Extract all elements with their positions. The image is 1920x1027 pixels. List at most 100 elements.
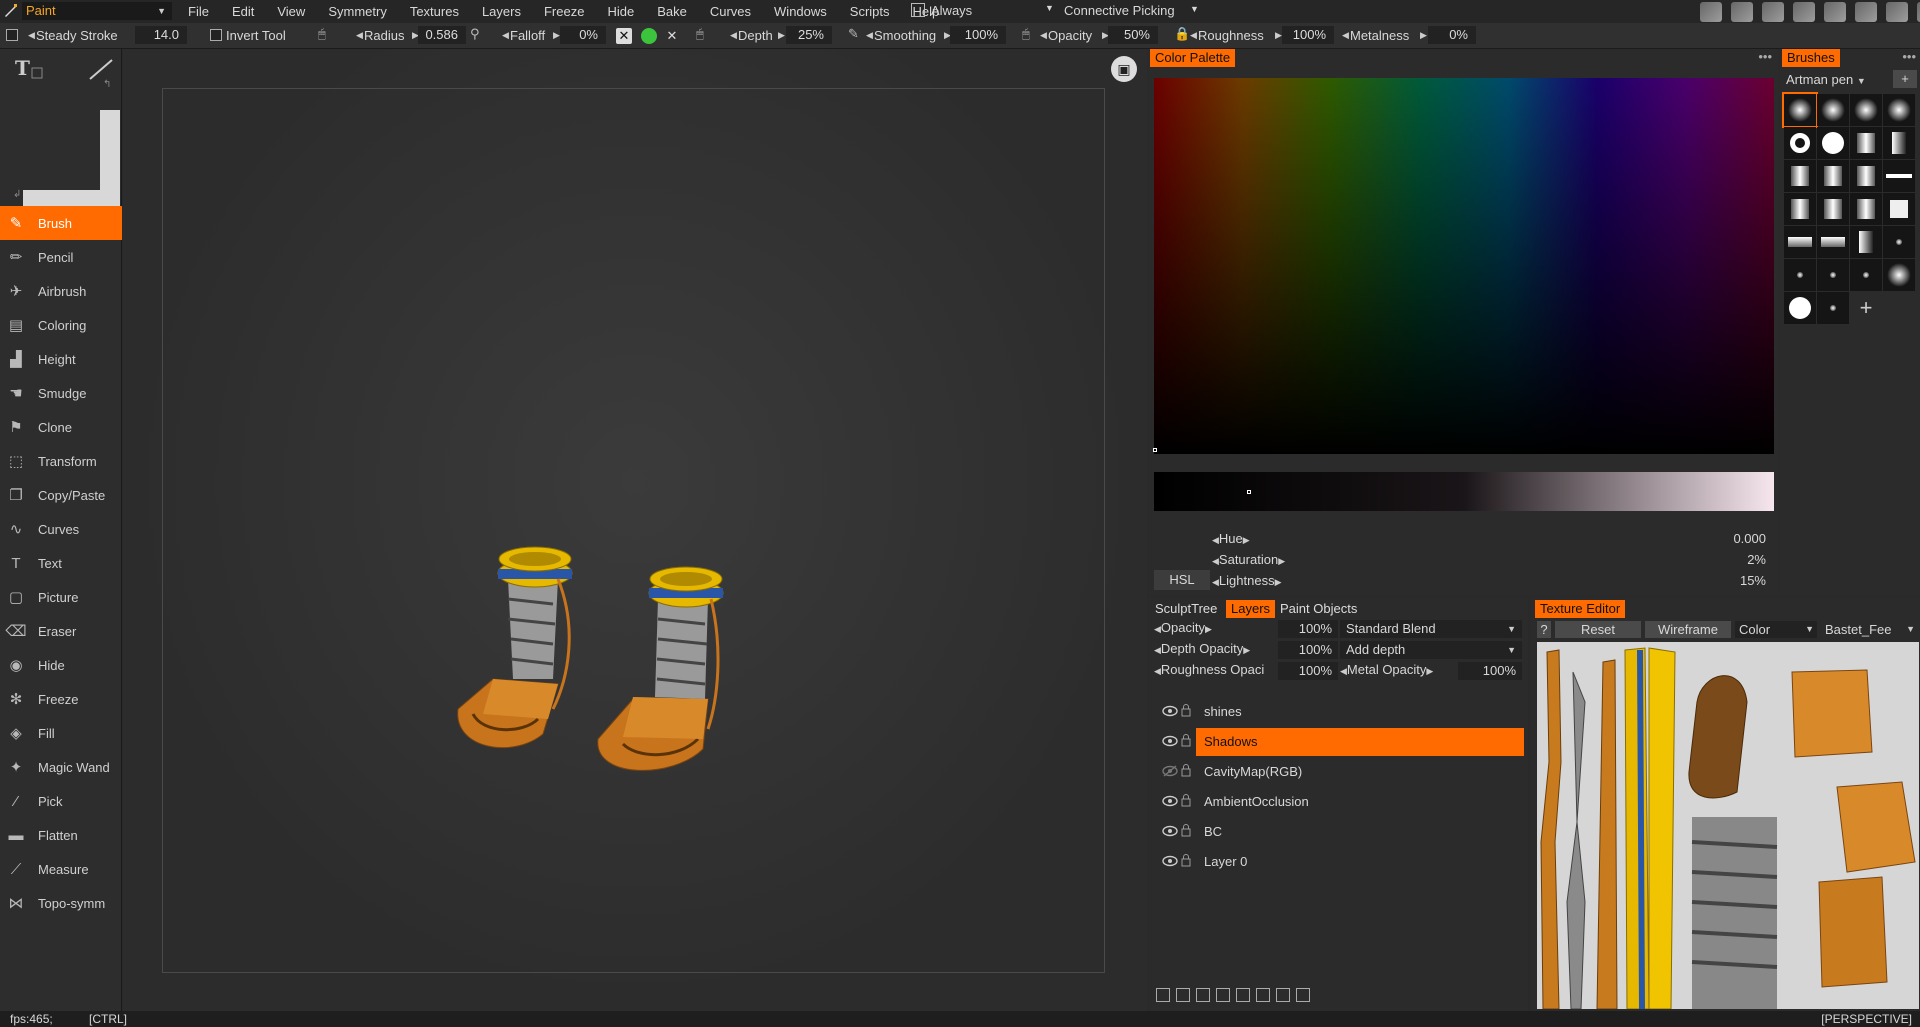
depth-opacity-label[interactable]: ◀Depth Opacity▶ — [1154, 641, 1250, 661]
brush-preset[interactable] — [1817, 292, 1849, 324]
brush-preset[interactable] — [1850, 160, 1882, 192]
brush-preset[interactable] — [1817, 94, 1849, 126]
tab-brushes[interactable]: Brushes — [1782, 49, 1840, 67]
3d-viewport[interactable]: ▣ — [123, 49, 1147, 1011]
wireframe-button[interactable]: Wireframe — [1645, 621, 1731, 638]
chevron-down-icon[interactable]: ▼ — [1190, 4, 1199, 14]
color-picker-field[interactable] — [1154, 78, 1774, 454]
triangle-right-icon[interactable]: ▶ — [1275, 30, 1282, 41]
triangle-left-icon[interactable]: ◀ — [1342, 30, 1349, 41]
tool-copy-paste[interactable]: ❐ Copy/Paste — [0, 478, 122, 512]
menu-view[interactable]: View — [277, 4, 305, 19]
eye-icon[interactable] — [1162, 735, 1178, 747]
move-up-icon[interactable] — [1236, 988, 1250, 1002]
hsl-mode-button[interactable]: HSL — [1154, 570, 1210, 590]
brush-preset[interactable] — [1883, 127, 1915, 159]
tool-magic-wand[interactable]: ✦ Magic Wand — [0, 750, 122, 784]
always-checkbox[interactable] — [911, 3, 925, 17]
lock-icon[interactable] — [1181, 823, 1191, 837]
wrench-icon[interactable] — [1793, 2, 1815, 22]
eye-icon[interactable] — [1162, 825, 1178, 837]
menu-curves[interactable]: Curves — [710, 4, 751, 19]
tool-brush[interactable]: ✎ Brush — [0, 206, 122, 240]
close-x-icon[interactable]: ✕ — [616, 28, 632, 44]
triangle-right-icon[interactable]: ▶ — [553, 30, 560, 41]
tool-eraser[interactable]: ⌫ Eraser — [0, 614, 122, 648]
color-picker-marker[interactable] — [1153, 448, 1157, 452]
depth-value[interactable]: 25% — [786, 26, 832, 44]
brush-preset[interactable] — [1883, 160, 1915, 192]
tool-measure[interactable]: ⟋ Measure — [0, 852, 122, 886]
saturation-value[interactable]: 2% — [1747, 552, 1766, 567]
tool-coloring[interactable]: ▤ Coloring — [0, 308, 122, 342]
tool-fill[interactable]: ◈ Fill — [0, 716, 122, 750]
cross-icon[interactable]: ✕ — [664, 28, 680, 44]
brush-preset[interactable] — [1850, 226, 1882, 258]
layer-opacity-value[interactable]: 100% — [1278, 620, 1338, 638]
layer-row[interactable]: Layer 0 — [1154, 848, 1524, 876]
layer-opacity-label[interactable]: ◀Opacity▶ — [1154, 620, 1212, 640]
brush-preset[interactable] — [1817, 193, 1849, 225]
brush-preset[interactable] — [1817, 259, 1849, 291]
brush-preset[interactable] — [1817, 226, 1849, 258]
lock-icon[interactable] — [1181, 793, 1191, 807]
brush-preset[interactable] — [1817, 127, 1849, 159]
move-down-icon[interactable] — [1256, 988, 1270, 1002]
checker-icon[interactable] — [1886, 2, 1908, 22]
tool-pencil[interactable]: ✏ Pencil — [0, 240, 122, 274]
brush-preset[interactable] — [1784, 259, 1816, 291]
duplicate-icon[interactable] — [1216, 988, 1230, 1002]
more-icon[interactable]: ••• — [1902, 49, 1916, 64]
reset-button[interactable]: Reset — [1555, 621, 1641, 638]
depth-opacity-value[interactable]: 100% — [1278, 641, 1338, 659]
brush-preset[interactable] — [1782, 92, 1818, 128]
lock-icon[interactable] — [1181, 763, 1191, 777]
mode-select[interactable]: Paint ▼ — [22, 2, 172, 20]
tab-color-palette[interactable]: Color Palette — [1150, 49, 1236, 67]
metalness-value[interactable]: 0% — [1428, 26, 1476, 44]
green-dot-icon[interactable] — [641, 28, 657, 44]
snail-icon[interactable] — [1855, 2, 1877, 22]
channel-select[interactable]: Color ▼ — [1735, 621, 1817, 638]
brush-preset[interactable] — [1883, 259, 1915, 291]
tool-topo-symm[interactable]: ⋈ Topo-symm — [0, 886, 122, 920]
layer-row[interactable]: shines — [1154, 698, 1524, 726]
brush-preset[interactable] — [1850, 193, 1882, 225]
connective-picking-label[interactable]: Connective Picking — [1064, 3, 1175, 18]
falloff-value[interactable]: 0% — [560, 26, 606, 44]
menu-hide[interactable]: Hide — [607, 4, 634, 19]
opacity-value[interactable]: 50% — [1108, 26, 1158, 44]
tool-flatten[interactable]: ▬ Flatten — [0, 818, 122, 852]
tool-smudge[interactable]: ☚ Smudge — [0, 376, 122, 410]
menu-textures[interactable]: Textures — [410, 4, 459, 19]
tab-layers[interactable]: Layers — [1226, 600, 1276, 618]
tool-pick[interactable]: ⁄ Pick — [0, 784, 122, 818]
layer-row[interactable]: CavityMap(RGB) — [1154, 758, 1524, 786]
menu-symmetry[interactable]: Symmetry — [328, 4, 387, 19]
steady-stroke-checkbox[interactable] — [6, 29, 18, 41]
triangle-left-icon[interactable]: ◀ — [502, 30, 509, 41]
roughness-value[interactable]: 100% — [1282, 26, 1334, 44]
menu-edit[interactable]: Edit — [232, 4, 254, 19]
camera-icon[interactable]: ▣ — [1111, 56, 1137, 82]
brush-preset[interactable] — [1817, 160, 1849, 192]
render-icon[interactable] — [1824, 2, 1846, 22]
tool-transform[interactable]: ⬚ Transform — [0, 444, 122, 478]
lightness-label[interactable]: ◀Lightness▶ — [1212, 573, 1282, 588]
trash-icon[interactable] — [1296, 988, 1310, 1002]
lock-icon[interactable] — [1181, 733, 1191, 747]
tool-picture[interactable]: ▢ Picture — [0, 580, 122, 614]
eye-icon[interactable] — [1162, 855, 1178, 867]
merge-down-icon[interactable] — [1196, 988, 1210, 1002]
triangle-left-icon[interactable]: ◀ — [1040, 30, 1047, 41]
lightness-marker[interactable] — [1247, 490, 1251, 494]
mask-icon[interactable] — [1276, 988, 1290, 1002]
tool-curves[interactable]: ∿ Curves — [0, 512, 122, 546]
triangle-left-icon[interactable]: ◀ — [28, 30, 35, 41]
menu-scripts[interactable]: Scripts — [850, 4, 890, 19]
triangle-right-icon[interactable]: ▶ — [1420, 30, 1427, 41]
gears-icon[interactable] — [1762, 2, 1784, 22]
triangle-left-icon[interactable]: ◀ — [356, 30, 363, 41]
add-brush-button[interactable]: + — [1893, 70, 1917, 88]
eye-icon[interactable] — [1162, 705, 1178, 717]
